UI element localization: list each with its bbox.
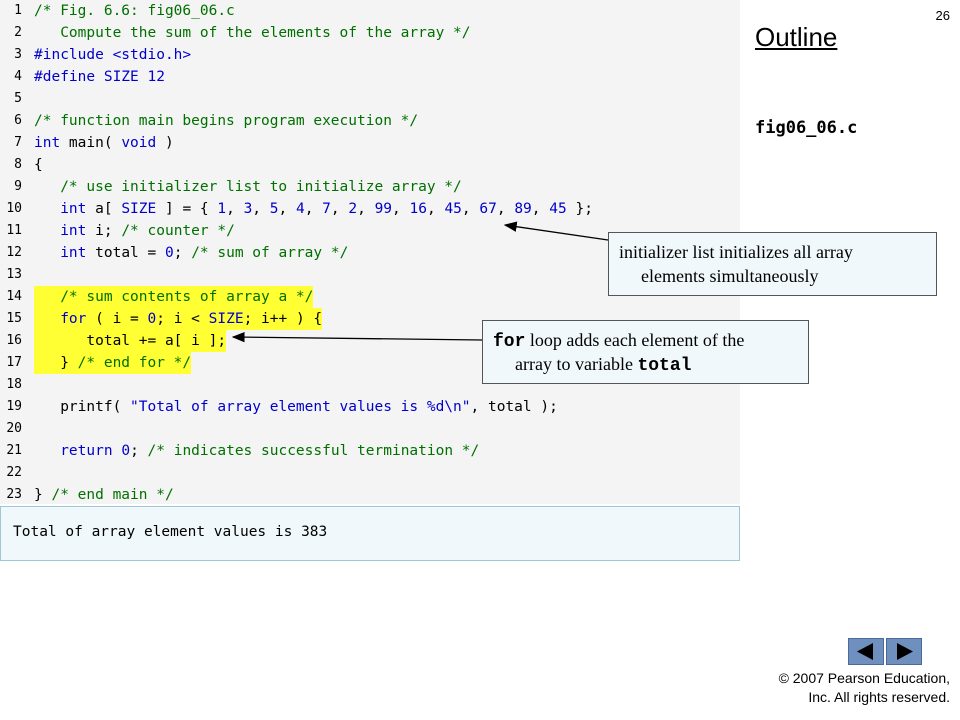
code-text: /* function main begins program executio…	[34, 113, 419, 129]
code-text: /* sum contents of array a */	[34, 286, 314, 308]
total-variable: total	[637, 356, 692, 376]
file-name-label: fig06_06.c	[755, 118, 858, 138]
for-loop-callout-line2: array to variable total	[515, 352, 691, 378]
program-output-text: Total of array element values is 383	[13, 524, 328, 540]
line-number: 20	[6, 421, 22, 436]
previous-slide-button[interactable]	[848, 638, 884, 665]
line-number: 22	[6, 465, 22, 480]
code-text: int i; /* counter */	[60, 223, 235, 239]
line-number: 23	[6, 487, 22, 502]
slide-number: 26	[935, 8, 950, 23]
next-slide-button[interactable]	[886, 638, 922, 665]
code-line: 4 #define SIZE 12	[0, 66, 740, 88]
code-line: 9 /* use initializer list to initialize …	[0, 176, 740, 198]
code-text: printf( "Total of array element values i…	[34, 399, 558, 415]
line-number: 3	[14, 47, 22, 62]
line-number: 14	[6, 289, 22, 304]
line-number: 6	[14, 113, 22, 128]
code-line: 20	[0, 418, 740, 440]
triangle-right-icon	[897, 643, 913, 660]
initializer-callout: initializer list initializes all array e…	[608, 232, 937, 296]
copyright-notice: © 2007 Pearson Education, Inc. All right…	[779, 669, 950, 707]
code-text: int main( void )	[34, 135, 174, 151]
code-line: 1 /* Fig. 6.6: fig06_06.c	[0, 0, 740, 22]
line-number: 11	[6, 223, 22, 238]
code-line: 23 } /* end main */	[0, 484, 740, 506]
for-loop-callout-prefix: array to variable	[515, 354, 638, 374]
code-text: total += a[ i ];	[34, 330, 227, 352]
line-number: 12	[6, 245, 22, 260]
line-number: 17	[6, 355, 22, 370]
line-number: 10	[6, 201, 22, 216]
code-text: #include <stdio.h>	[34, 47, 192, 63]
outline-title[interactable]: Outline	[755, 22, 837, 53]
code-text: } /* end for */	[34, 352, 192, 374]
triangle-left-icon	[857, 643, 873, 660]
copyright-line1: © 2007 Pearson Education,	[778, 670, 950, 686]
line-number: 8	[14, 157, 22, 172]
code-text: Compute the sum of the elements of the a…	[34, 25, 471, 41]
code-line: 22	[0, 462, 740, 484]
code-line: 7 int main( void )	[0, 132, 740, 154]
code-text: {	[34, 157, 43, 173]
code-line: 10 int a[ SIZE ] = { 1, 3, 5, 4, 7, 2, 9…	[0, 198, 740, 220]
code-line: 6 /* function main begins program executi…	[0, 110, 740, 132]
line-number: 21	[6, 443, 22, 458]
line-number: 5	[14, 91, 22, 106]
line-number: 18	[6, 377, 22, 392]
code-line: 5	[0, 88, 740, 110]
code-text: } /* end main */	[34, 487, 174, 503]
code-line: 3 #include <stdio.h>	[0, 44, 740, 66]
code-text: int total = 0; /* sum of array */	[60, 245, 349, 261]
code-text: for ( i = 0; i < SIZE; i++ ) {	[34, 308, 323, 330]
line-number: 13	[6, 267, 22, 282]
code-text: int a[ SIZE ] = { 1, 3, 5, 4, 7, 2, 99, …	[60, 201, 593, 217]
line-number: 16	[6, 333, 22, 348]
code-text: return 0; /* indicates successful termin…	[60, 443, 480, 459]
line-number: 1	[14, 3, 22, 18]
for-loop-callout-line1: for loop adds each element of the	[493, 328, 744, 354]
for-keyword: for	[493, 332, 526, 352]
code-line: 19 printf( "Total of array element value…	[0, 396, 740, 418]
line-number: 15	[6, 311, 22, 326]
for-loop-callout: for loop adds each element of the array …	[482, 320, 809, 384]
line-number: 4	[14, 69, 22, 84]
line-number: 7	[14, 135, 22, 150]
line-number: 9	[14, 179, 22, 194]
for-loop-callout-text: loop adds each element of the	[525, 330, 745, 350]
code-text: /* Fig. 6.6: fig06_06.c	[34, 3, 235, 19]
code-line: 8{	[0, 154, 740, 176]
line-number: 19	[6, 399, 22, 414]
code-text: #define SIZE 12	[34, 69, 165, 85]
copyright-line2: Inc. All rights reserved.	[808, 689, 950, 705]
initializer-callout-line2: elements simultaneously	[641, 266, 819, 286]
line-number: 2	[14, 25, 22, 40]
code-text: /* use initializer list to initialize ar…	[34, 179, 462, 195]
initializer-callout-line1: initializer list initializes all array	[619, 242, 853, 262]
code-line: 2 Compute the sum of the elements of the…	[0, 22, 740, 44]
program-output-panel: Total of array element values is 383	[0, 506, 740, 561]
code-line: 21 return 0; /* indicates successful ter…	[0, 440, 740, 462]
